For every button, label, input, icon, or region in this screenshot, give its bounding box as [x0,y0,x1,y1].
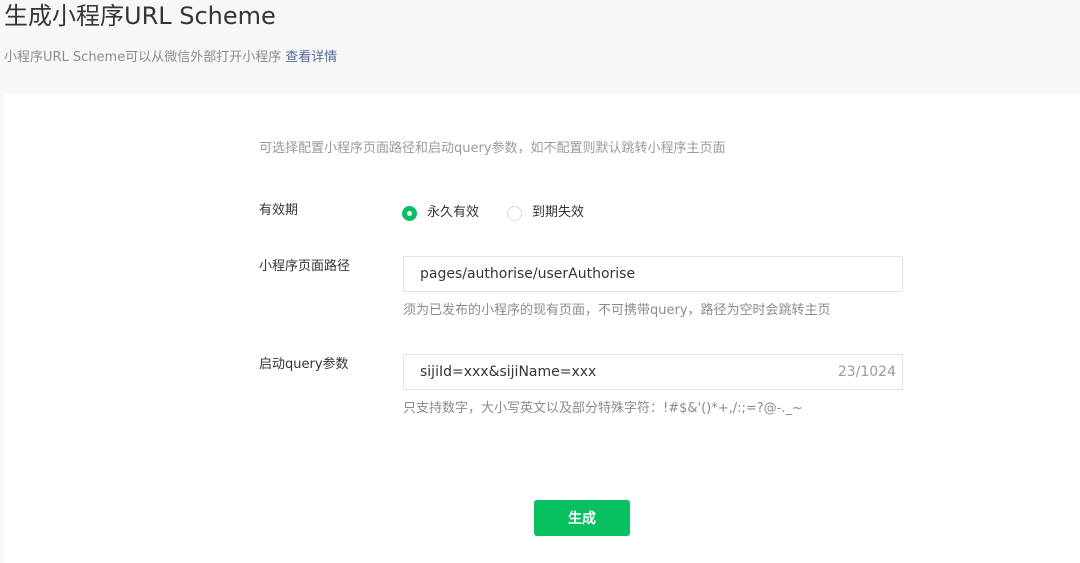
page-path-description: 须为已发布的小程序的现有页面，不可携带query，路径为空时会跳转主页 [403,303,831,318]
validity-radio-group: 永久有效 到期失效 [402,203,612,223]
form-card: 可选择配置小程序页面路径和启动query参数，如不配置则默认跳转小程序主页面 有… [4,94,1080,563]
query-description: 只支持数字，大小写英文以及部分特殊字符：!#$&'()*+,/:;=?@-._~ [403,401,803,416]
page-subtitle: 小程序URL Scheme可以从微信外部打开小程序 查看详情 [4,48,337,68]
radio-permanent[interactable]: 永久有效 [402,203,479,223]
page-path-value: pages/authorise/userAuthorise [420,266,636,282]
query-char-counter: 23/1024 [837,364,896,380]
query-value: sijiId=xxx&sijiName=xxx [420,364,597,380]
page-title: 生成小程序URL Scheme [4,2,276,30]
query-input[interactable]: sijiId=xxx&sijiName=xxx 23/1024 [403,354,903,390]
radio-expire-label: 到期失效 [532,205,585,220]
details-link[interactable]: 查看详情 [285,50,337,65]
page-subtitle-text: 小程序URL Scheme可以从微信外部打开小程序 [4,50,282,65]
query-label: 启动query参数 [259,357,349,372]
radio-unchecked-icon [507,205,523,221]
radio-checked-icon [402,205,417,221]
radio-permanent-label: 永久有效 [427,205,480,220]
generate-button[interactable]: 生成 [534,500,630,536]
radio-expire[interactable]: 到期失效 [507,203,584,223]
page-path-label: 小程序页面路径 [259,259,351,274]
form-hint: 可选择配置小程序页面路径和启动query参数，如不配置则默认跳转小程序主页面 [259,141,726,156]
page: 生成小程序URL Scheme 小程序URL Scheme可以从微信外部打开小程… [0,0,1080,563]
validity-label: 有效期 [259,203,299,218]
page-path-input[interactable]: pages/authorise/userAuthorise [403,256,903,292]
